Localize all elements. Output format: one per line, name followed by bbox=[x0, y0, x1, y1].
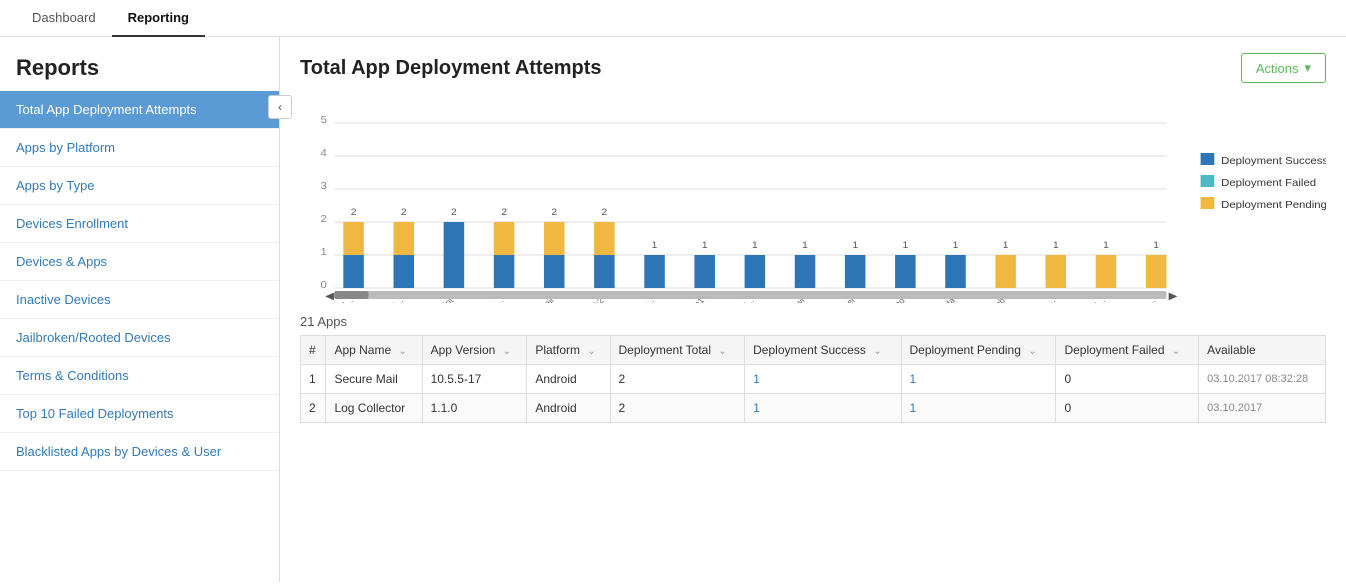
svg-text:5: 5 bbox=[321, 115, 327, 126]
svg-text:1: 1 bbox=[1103, 241, 1109, 251]
tab-dashboard[interactable]: Dashboard bbox=[16, 0, 112, 37]
cell-app-name: Secure Mail bbox=[326, 365, 422, 394]
sidebar-item-jailbroken-devices[interactable]: Jailbroken/Rooted Devices bbox=[0, 319, 279, 357]
page-title: Total App Deployment Attempts bbox=[300, 57, 601, 80]
svg-text:1: 1 bbox=[702, 241, 708, 251]
svg-text:2: 2 bbox=[602, 208, 608, 218]
col-deployment-pending[interactable]: Deployment Pending ⌄ bbox=[901, 336, 1056, 365]
svg-text:Deployment Failed: Deployment Failed bbox=[1221, 178, 1316, 189]
cell-app-version: 10.5.5-17 bbox=[422, 365, 527, 394]
sidebar-header: Reports bbox=[0, 37, 279, 91]
svg-text:Deployment Success: Deployment Success bbox=[1221, 156, 1326, 167]
bar-chart: 0 1 2 3 4 5 2 Log Col... bbox=[300, 93, 1326, 303]
sidebar-item-top10-failed[interactable]: Top 10 Failed Deployments bbox=[0, 395, 279, 433]
top-nav: Dashboard Reporting bbox=[0, 0, 1346, 37]
sidebar-collapse-button[interactable]: ‹ bbox=[268, 95, 292, 119]
sidebar-item-terms-conditions[interactable]: Terms & Conditions bbox=[0, 357, 279, 395]
svg-text:4: 4 bbox=[321, 148, 327, 159]
svg-text:2: 2 bbox=[401, 208, 407, 218]
svg-text:◀: ◀ bbox=[325, 291, 335, 302]
cell-deployment-total: 2 bbox=[610, 394, 745, 423]
apps-count: 21 Apps bbox=[300, 314, 1326, 329]
svg-text:1: 1 bbox=[1003, 241, 1009, 251]
col-deployment-success[interactable]: Deployment Success ⌄ bbox=[745, 336, 901, 365]
cell-platform: Android bbox=[527, 394, 610, 423]
table-row: 1 Secure Mail 10.5.5-17 Android 2 1 1 0 … bbox=[301, 365, 1326, 394]
actions-button[interactable]: Actions ▾ bbox=[1241, 53, 1326, 83]
svg-text:2: 2 bbox=[351, 208, 357, 218]
cell-available: 03.10.2017 08:32:28 bbox=[1199, 365, 1326, 394]
svg-text:2: 2 bbox=[321, 214, 327, 225]
col-deployment-total[interactable]: Deployment Total ⌄ bbox=[610, 336, 745, 365]
svg-text:▶: ▶ bbox=[1169, 291, 1179, 302]
svg-text:1: 1 bbox=[1153, 241, 1159, 251]
svg-text:1: 1 bbox=[752, 241, 758, 251]
cell-platform: Android bbox=[527, 365, 610, 394]
sidebar-item-devices-enrollment[interactable]: Devices Enrollment bbox=[0, 205, 279, 243]
sidebar: Reports Total App Deployment Attempts Ap… bbox=[0, 37, 280, 582]
sidebar-item-devices-apps[interactable]: Devices & Apps bbox=[0, 243, 279, 281]
sidebar-item-total-app-deployment[interactable]: Total App Deployment Attempts bbox=[0, 91, 279, 129]
cell-deployment-success[interactable]: 1 bbox=[745, 394, 901, 423]
svg-text:2: 2 bbox=[501, 208, 507, 218]
tab-reporting[interactable]: Reporting bbox=[112, 0, 205, 37]
cell-num: 2 bbox=[301, 394, 326, 423]
sidebar-item-apps-by-type[interactable]: Apps by Type bbox=[0, 167, 279, 205]
sidebar-item-blacklisted-apps[interactable]: Blacklisted Apps by Devices & User bbox=[0, 433, 279, 471]
svg-text:1: 1 bbox=[321, 247, 327, 258]
col-available: Available bbox=[1199, 336, 1326, 365]
table-row: 2 Log Collector 1.1.0 Android 2 1 1 0 03… bbox=[301, 394, 1326, 423]
cell-available: 03.10.2017 bbox=[1199, 394, 1326, 423]
col-platform[interactable]: Platform ⌄ bbox=[527, 336, 610, 365]
svg-text:1: 1 bbox=[802, 241, 808, 251]
cell-deployment-failed: 0 bbox=[1056, 365, 1199, 394]
svg-text:1: 1 bbox=[852, 241, 858, 251]
col-deployment-failed[interactable]: Deployment Failed ⌄ bbox=[1056, 336, 1199, 365]
svg-text:3: 3 bbox=[321, 181, 327, 192]
main-content: Total App Deployment Attempts Actions ▾ … bbox=[280, 37, 1346, 582]
svg-text:2: 2 bbox=[551, 208, 557, 218]
cell-app-version: 1.1.0 bbox=[422, 394, 527, 423]
svg-text:1: 1 bbox=[953, 241, 959, 251]
cell-deployment-success[interactable]: 1 bbox=[745, 365, 901, 394]
sidebar-item-apps-by-platform[interactable]: Apps by Platform bbox=[0, 129, 279, 167]
table-section: 21 Apps # App Name ⌄ App Version ⌄ Platf… bbox=[280, 306, 1346, 582]
svg-text:1: 1 bbox=[652, 241, 658, 251]
chevron-down-icon: ▾ bbox=[1304, 60, 1311, 76]
svg-text:1: 1 bbox=[902, 241, 908, 251]
col-num: # bbox=[301, 336, 326, 365]
col-app-name[interactable]: App Name ⌄ bbox=[326, 336, 422, 365]
cell-deployment-failed: 0 bbox=[1056, 394, 1199, 423]
chart-area: 0 1 2 3 4 5 2 Log Col... bbox=[280, 93, 1346, 306]
cell-app-name: Log Collector bbox=[326, 394, 422, 423]
cell-num: 1 bbox=[301, 365, 326, 394]
col-app-version[interactable]: App Version ⌄ bbox=[422, 336, 527, 365]
svg-text:Deployment Pending: Deployment Pending bbox=[1221, 200, 1326, 211]
svg-text:2: 2 bbox=[451, 208, 457, 218]
cell-deployment-pending[interactable]: 1 bbox=[901, 365, 1056, 394]
deployment-table: # App Name ⌄ App Version ⌄ Platform ⌄ De… bbox=[300, 335, 1326, 423]
sidebar-item-inactive-devices[interactable]: Inactive Devices bbox=[0, 281, 279, 319]
cell-deployment-total: 2 bbox=[610, 365, 745, 394]
svg-text:0: 0 bbox=[321, 280, 327, 291]
main-header: Total App Deployment Attempts Actions ▾ bbox=[280, 37, 1346, 93]
svg-text:1: 1 bbox=[1053, 241, 1059, 251]
cell-deployment-pending[interactable]: 1 bbox=[901, 394, 1056, 423]
